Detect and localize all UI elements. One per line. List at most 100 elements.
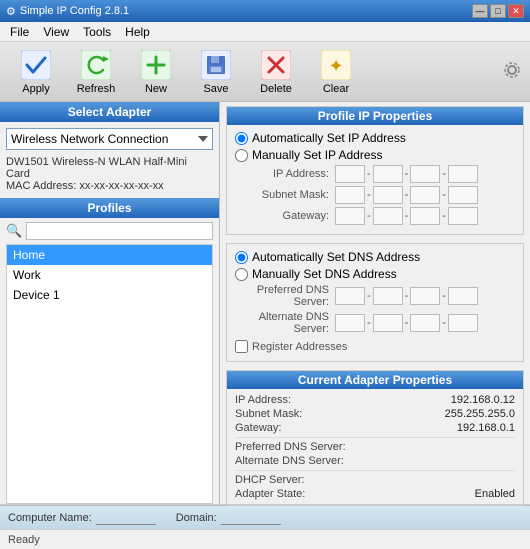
gear-icon[interactable] <box>502 60 522 80</box>
gateway-label: Gateway: <box>235 210 335 222</box>
profile-item-work[interactable]: Work <box>7 265 212 285</box>
menu-file[interactable]: File <box>4 23 35 41</box>
refresh-button[interactable]: Refresh <box>68 46 124 98</box>
ip-address-label: IP Address: <box>235 168 335 180</box>
ip-seg3[interactable] <box>410 165 440 183</box>
menu-tools[interactable]: Tools <box>77 23 117 41</box>
divider1 <box>235 437 515 438</box>
gw-seg4[interactable] <box>448 207 478 225</box>
profile-item-home[interactable]: Home <box>7 245 212 265</box>
current-state-label: Adapter State: <box>235 488 305 500</box>
current-subnet-row: Subnet Mask: 255.255.255.0 <box>235 407 515 421</box>
alt-dns-inputs: - - - <box>335 314 478 332</box>
apply-label: Apply <box>22 83 50 95</box>
dns-section: Automatically Set DNS Address Manually S… <box>226 243 524 362</box>
ip-seg4[interactable] <box>448 165 478 183</box>
current-state-row: Adapter State: Enabled <box>235 487 515 501</box>
profiles-list: Home Work Device 1 <box>6 244 213 504</box>
search-input[interactable] <box>26 222 213 240</box>
profile-item-device1[interactable]: Device 1 <box>7 285 212 305</box>
current-pref-dns-row: Preferred DNS Server: <box>235 440 515 454</box>
clear-label: Clear <box>323 83 349 95</box>
sub-seg1[interactable] <box>335 186 365 204</box>
save-icon <box>200 49 232 81</box>
current-alt-dns-label: Alternate DNS Server: <box>235 455 344 467</box>
delete-label: Delete <box>260 83 292 95</box>
select-adapter-header: Select Adapter <box>0 102 219 122</box>
status-text: Ready <box>8 534 40 546</box>
gw-seg1[interactable] <box>335 207 365 225</box>
pdns-seg2[interactable] <box>373 287 403 305</box>
manual-dns-label: Manually Set DNS Address <box>252 267 397 281</box>
adns-seg4[interactable] <box>448 314 478 332</box>
adns-seg3[interactable] <box>410 314 440 332</box>
svg-text:✦: ✦ <box>328 56 343 76</box>
domain-field: Domain: <box>176 511 281 525</box>
gateway-inputs: - - - <box>335 207 478 225</box>
subnet-inputs: - - - <box>335 186 478 204</box>
adapter-dropdown[interactable]: Wireless Network Connection Local Area C… <box>6 128 213 150</box>
pref-dns-label: Preferred DNS Server: <box>235 284 335 308</box>
alt-dns-label: Alternate DNS Server: <box>235 311 335 335</box>
gw-seg2[interactable] <box>373 207 403 225</box>
auto-dns-label: Automatically Set DNS Address <box>252 250 420 264</box>
search-icon: 🔍 <box>6 223 22 239</box>
current-adapter-body: IP Address: 192.168.0.12 Subnet Mask: 25… <box>227 389 523 505</box>
pdns-seg3[interactable] <box>410 287 440 305</box>
register-addresses-checkbox[interactable] <box>235 340 248 353</box>
close-button[interactable]: ✕ <box>508 4 524 18</box>
apply-button[interactable]: Apply <box>8 46 64 98</box>
current-gateway-label: Gateway: <box>235 422 281 434</box>
maximize-button[interactable]: □ <box>490 4 506 18</box>
adns-seg1[interactable] <box>335 314 365 332</box>
window-controls[interactable]: — □ ✕ <box>472 4 524 18</box>
manual-dns-radio[interactable] <box>235 268 248 281</box>
minimize-button[interactable]: — <box>472 4 488 18</box>
current-adapter-section: Current Adapter Properties IP Address: 1… <box>226 370 524 506</box>
adns-seg2[interactable] <box>373 314 403 332</box>
auto-dns-radio[interactable] <box>235 251 248 264</box>
current-gateway-value: 192.168.0.1 <box>457 422 515 434</box>
manual-ip-radio[interactable] <box>235 149 248 162</box>
adapter-info: DW1501 Wireless-N WLAN Half-Mini Card MA… <box>0 156 219 198</box>
ip-seg1[interactable] <box>335 165 365 183</box>
search-area: 🔍 <box>0 218 219 244</box>
app-icon: ⚙ <box>6 5 16 18</box>
bottom-bar: Computer Name: Domain: <box>0 505 530 529</box>
profiles-section: Profiles 🔍 Home Work Device 1 <box>0 198 219 504</box>
manual-ip-label: Manually Set IP Address <box>252 148 383 162</box>
current-adapter-header: Current Adapter Properties <box>227 371 523 389</box>
pdns-seg4[interactable] <box>448 287 478 305</box>
register-addresses-row: Register Addresses <box>235 338 515 355</box>
subnet-row: Subnet Mask: - - - <box>235 186 515 204</box>
profile-ip-body: Automatically Set IP Address Manually Se… <box>227 125 523 234</box>
clear-button[interactable]: ✦ Clear <box>308 46 364 98</box>
pdns-seg1[interactable] <box>335 287 365 305</box>
adapter-dropdown-area: Wireless Network Connection Local Area C… <box>0 122 219 156</box>
auto-ip-label: Automatically Set IP Address <box>252 131 406 145</box>
current-ip-row: IP Address: 192.168.0.12 <box>235 393 515 407</box>
save-label: Save <box>203 83 228 95</box>
current-ip-label: IP Address: <box>235 394 291 406</box>
sub-seg2[interactable] <box>373 186 403 204</box>
delete-button[interactable]: Delete <box>248 46 304 98</box>
ip-address-inputs: - - - <box>335 165 478 183</box>
current-dhcp-row: DHCP Server: <box>235 473 515 487</box>
divider2 <box>235 470 515 471</box>
gw-seg3[interactable] <box>410 207 440 225</box>
ip-seg2[interactable] <box>373 165 403 183</box>
computer-name-field: Computer Name: <box>8 511 156 525</box>
domain-label: Domain: <box>176 512 217 524</box>
menu-view[interactable]: View <box>37 23 75 41</box>
sub-seg3[interactable] <box>410 186 440 204</box>
clear-icon: ✦ <box>320 49 352 81</box>
menu-help[interactable]: Help <box>119 23 156 41</box>
save-button[interactable]: Save <box>188 46 244 98</box>
profile-ip-section: Profile IP Properties Automatically Set … <box>226 106 524 235</box>
computer-name-label: Computer Name: <box>8 512 92 524</box>
toolbar: Apply Refresh New <box>0 42 530 102</box>
sub-seg4[interactable] <box>448 186 478 204</box>
auto-ip-radio[interactable] <box>235 132 248 145</box>
current-ip-value: 192.168.0.12 <box>451 394 515 406</box>
new-button[interactable]: New <box>128 46 184 98</box>
